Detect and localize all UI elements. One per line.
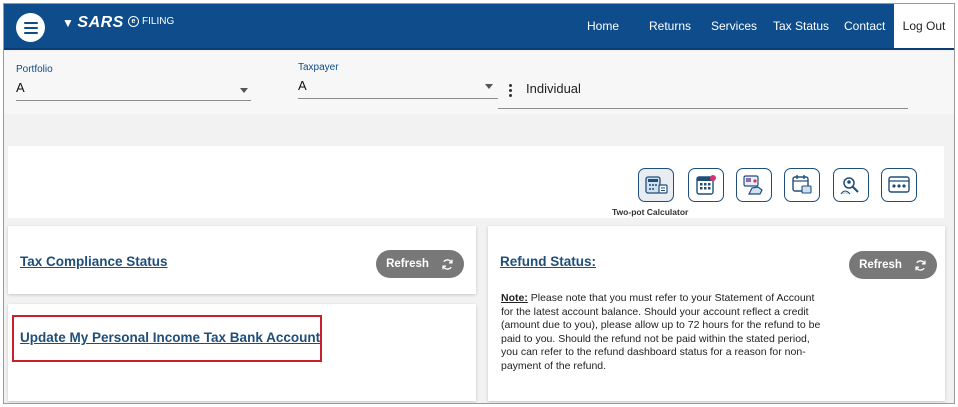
- refresh-icon: [442, 258, 453, 270]
- refund-note: Note: Please note that you must refer to…: [501, 292, 826, 374]
- logout-button[interactable]: Log Out: [894, 4, 954, 48]
- hamburger-menu-icon[interactable]: [16, 13, 45, 42]
- taxpayer-selector-bar: Portfolio A Taxpayer A Individual: [4, 52, 954, 114]
- portfolio-chevron-down-icon[interactable]: [240, 88, 248, 93]
- payment-hand-icon[interactable]: [736, 168, 772, 202]
- calendar-folder-icon[interactable]: [784, 168, 820, 202]
- efiling-logo: e FILING: [128, 16, 174, 27]
- highlight-annotation: [12, 315, 322, 362]
- tax-compliance-status-link[interactable]: Tax Compliance Status: [20, 254, 168, 269]
- taxpayer-underline: [298, 98, 498, 99]
- tools-panel: Two-pot Calculator: [8, 146, 944, 218]
- two-pot-calculator-label: Two-pot Calculator: [612, 207, 689, 217]
- portfolio-label: Portfolio: [16, 64, 53, 75]
- selector-divider: [498, 108, 908, 109]
- top-navbar: ▼ SARS e FILING Home Returns Services Ta…: [4, 4, 954, 50]
- refresh-label: Refresh: [386, 258, 429, 270]
- taxpayer-type: Individual: [526, 81, 581, 96]
- refresh-label: Refresh: [859, 259, 902, 271]
- search-person-icon[interactable]: [833, 168, 869, 202]
- nav-tax-status[interactable]: Tax Status: [773, 19, 829, 33]
- dashboard-icon[interactable]: [881, 168, 917, 202]
- efiling-logo-text: FILING: [142, 16, 175, 27]
- note-label: Note:: [501, 292, 528, 304]
- note-text: Please note that you must refer to your …: [501, 292, 821, 372]
- nav-returns[interactable]: Returns: [649, 19, 691, 33]
- more-options-icon[interactable]: [509, 84, 512, 97]
- portfolio-select[interactable]: A: [16, 80, 25, 95]
- refund-status-link[interactable]: Refund Status:: [500, 254, 596, 269]
- app-frame: ▼ SARS e FILING Home Returns Services Ta…: [3, 3, 955, 404]
- sars-logo-text: SARS: [77, 14, 124, 31]
- tax-compliance-refresh-button[interactable]: Refresh: [376, 250, 464, 278]
- nav-contact[interactable]: Contact: [844, 19, 885, 33]
- taxpayer-select[interactable]: A: [298, 78, 307, 93]
- portfolio-underline: [16, 100, 251, 101]
- taxpayer-chevron-down-icon[interactable]: [485, 84, 493, 89]
- nav-home[interactable]: Home: [587, 19, 619, 33]
- tax-compliance-card: Tax Compliance Status Refresh: [8, 226, 476, 294]
- nav-services[interactable]: Services: [711, 19, 757, 33]
- refund-refresh-button[interactable]: Refresh: [849, 251, 937, 279]
- calendar-calc-icon[interactable]: [688, 168, 724, 202]
- refresh-icon: [915, 259, 926, 271]
- sars-mark-icon: ▼: [62, 16, 75, 30]
- sars-logo[interactable]: ▼ SARS: [62, 14, 124, 32]
- taxpayer-label: Taxpayer: [298, 62, 339, 73]
- efiling-e-icon: e: [128, 16, 139, 27]
- calculator-money-icon[interactable]: [638, 168, 674, 202]
